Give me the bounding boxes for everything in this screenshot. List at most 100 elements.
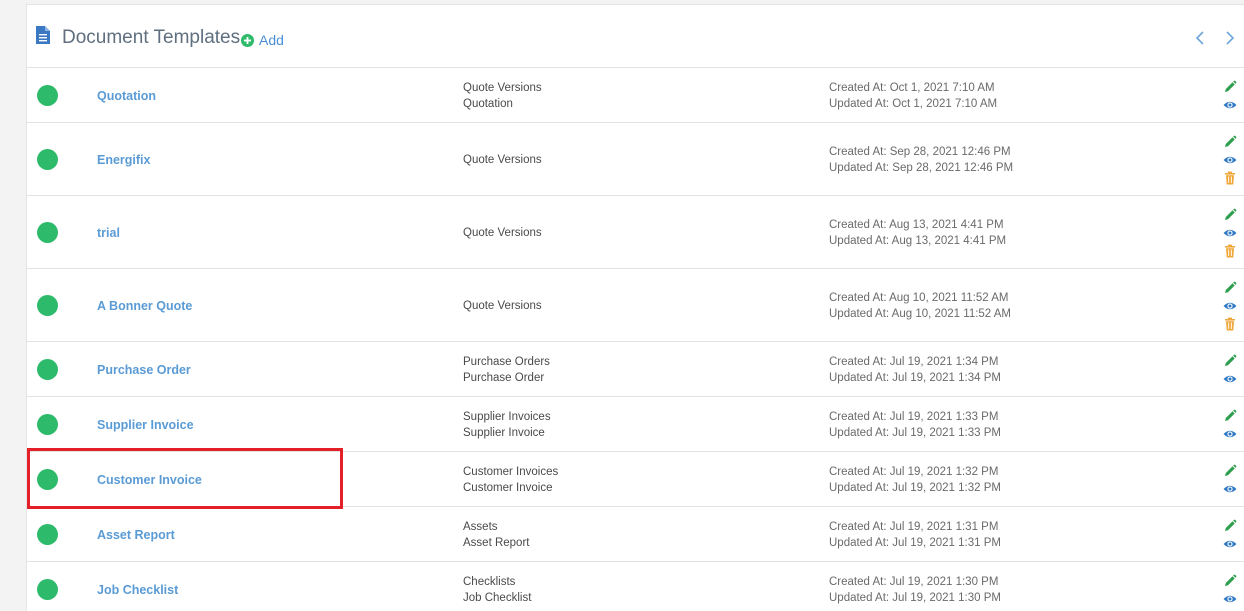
edit-icon[interactable] <box>1223 281 1237 295</box>
dates-cell: Created At: Jul 19, 2021 1:33 PM Updated … <box>829 409 1001 441</box>
dates-cell: Created At: Sep 28, 2021 12:46 PM Updated… <box>829 144 1013 176</box>
template-name-link[interactable]: Supplier Invoice <box>97 417 194 433</box>
template-name-link[interactable]: Purchase Order <box>97 362 191 378</box>
delete-icon[interactable] <box>1223 171 1237 185</box>
template-name-link[interactable]: A Bonner Quote <box>97 298 192 314</box>
view-icon[interactable] <box>1223 482 1237 496</box>
edit-icon[interactable] <box>1223 464 1237 478</box>
document-templates-panel: Document Templates Add Quotation Quote Ve… <box>26 4 1244 611</box>
template-name-link[interactable]: Customer Invoice <box>97 472 202 488</box>
row-actions <box>1223 519 1237 551</box>
category-label: Quote Versions <box>463 299 542 312</box>
view-icon[interactable] <box>1223 153 1237 167</box>
status-dot <box>37 148 58 170</box>
chevron-left-icon[interactable] <box>1193 30 1207 46</box>
subcategory-label: Supplier Invoice <box>463 426 545 439</box>
edit-icon[interactable] <box>1223 208 1237 222</box>
edit-icon[interactable] <box>1223 574 1237 588</box>
status-dot <box>37 523 58 545</box>
category-label: Quote Versions <box>463 226 542 239</box>
table-row: Job Checklist Checklists Job Checklist Crea… <box>27 562 1244 611</box>
templates-list: Quotation Quote Versions Quotation Created … <box>27 68 1244 611</box>
delete-icon[interactable] <box>1223 317 1237 331</box>
category-label: Customer Invoices <box>463 465 559 478</box>
view-icon[interactable] <box>1223 299 1237 313</box>
category-label: Supplier Invoices <box>463 410 551 423</box>
updated-at: Updated At: Oct 1, 2021 7:10 AM <box>829 97 998 110</box>
category-cell: Supplier Invoices Supplier Invoice <box>463 409 551 441</box>
created-at: Created At: Aug 10, 2021 11:52 AM <box>829 291 1009 304</box>
dates-cell: Created At: Aug 10, 2021 11:52 AM Updated… <box>829 290 1011 322</box>
updated-at: Updated At: Aug 13, 2021 4:41 PM <box>829 234 1007 247</box>
edit-icon[interactable] <box>1223 354 1237 368</box>
row-actions <box>1223 464 1237 496</box>
view-icon[interactable] <box>1223 427 1237 441</box>
table-row: Asset Report Assets Asset Report Created At… <box>27 507 1244 562</box>
status-dot <box>37 221 58 243</box>
add-label: Add <box>259 32 284 48</box>
created-at: Created At: Sep 28, 2021 12:46 PM <box>829 145 1011 158</box>
dates-cell: Created At: Jul 19, 2021 1:31 PM Updated … <box>829 519 1001 551</box>
created-at: Created At: Jul 19, 2021 1:31 PM <box>829 520 999 533</box>
dates-cell: Created At: Aug 13, 2021 4:41 PM Updated … <box>829 217 1006 249</box>
row-actions <box>1223 354 1237 386</box>
row-actions <box>1223 208 1237 258</box>
edit-icon[interactable] <box>1223 409 1237 423</box>
view-icon[interactable] <box>1223 592 1237 606</box>
edit-icon[interactable] <box>1223 80 1237 94</box>
category-cell: Quote Versions <box>463 225 542 241</box>
created-at: Created At: Oct 1, 2021 7:10 AM <box>829 81 995 94</box>
template-name-link[interactable]: trial <box>97 225 120 241</box>
template-name-link[interactable]: Energifix <box>97 152 151 168</box>
subcategory-label: Quotation <box>463 97 513 110</box>
row-actions <box>1223 409 1237 441</box>
category-label: Quote Versions <box>463 81 542 94</box>
category-label: Assets <box>463 520 498 533</box>
category-cell: Assets Asset Report <box>463 519 529 551</box>
updated-at: Updated At: Sep 28, 2021 12:46 PM <box>829 161 1014 174</box>
table-row: Quotation Quote Versions Quotation Created … <box>27 68 1244 123</box>
view-icon[interactable] <box>1223 226 1237 240</box>
updated-at: Updated At: Jul 19, 2021 1:34 PM <box>829 371 1001 384</box>
edit-icon[interactable] <box>1223 519 1237 533</box>
created-at: Created At: Jul 19, 2021 1:30 PM <box>829 575 999 588</box>
category-label: Purchase Orders <box>463 355 550 368</box>
view-icon[interactable] <box>1223 372 1237 386</box>
row-actions <box>1223 281 1237 331</box>
table-row: Supplier Invoice Supplier Invoices Supplie… <box>27 397 1244 452</box>
dates-cell: Created At: Oct 1, 2021 7:10 AM Updated A… <box>829 80 997 112</box>
page-title: Document Templates <box>62 27 241 48</box>
status-dot <box>37 413 58 435</box>
template-name-link[interactable]: Quotation <box>97 88 156 104</box>
created-at: Created At: Jul 19, 2021 1:34 PM <box>829 355 999 368</box>
category-cell: Quote Versions Quotation <box>463 80 542 112</box>
edit-icon[interactable] <box>1223 135 1237 149</box>
category-cell: Checklists Job Checklist <box>463 574 531 606</box>
category-cell: Quote Versions <box>463 152 542 168</box>
view-icon[interactable] <box>1223 537 1237 551</box>
status-dot <box>37 294 58 316</box>
template-name-link[interactable]: Asset Report <box>97 527 175 543</box>
chevron-right-icon[interactable] <box>1223 30 1237 46</box>
view-icon[interactable] <box>1223 98 1237 112</box>
updated-at: Updated At: Aug 10, 2021 11:52 AM <box>829 307 1012 320</box>
updated-at: Updated At: Jul 19, 2021 1:33 PM <box>829 426 1001 439</box>
updated-at: Updated At: Jul 19, 2021 1:31 PM <box>829 536 1001 549</box>
subcategory-label: Customer Invoice <box>463 481 553 494</box>
dates-cell: Created At: Jul 19, 2021 1:32 PM Updated … <box>829 464 1001 496</box>
created-at: Created At: Jul 19, 2021 1:33 PM <box>829 410 999 423</box>
updated-at: Updated At: Jul 19, 2021 1:32 PM <box>829 481 1001 494</box>
table-row: Customer Invoice Customer Invoices Custome… <box>27 452 1244 507</box>
created-at: Created At: Aug 13, 2021 4:41 PM <box>829 218 1004 231</box>
subcategory-label: Job Checklist <box>463 591 532 604</box>
delete-icon[interactable] <box>1223 244 1237 258</box>
created-at: Created At: Jul 19, 2021 1:32 PM <box>829 465 999 478</box>
status-dot <box>37 468 58 490</box>
document-icon <box>36 26 50 44</box>
template-name-link[interactable]: Job Checklist <box>97 582 178 598</box>
panel-header: Document Templates Add <box>27 5 1244 68</box>
add-template-button[interactable]: Add <box>241 31 284 49</box>
dates-cell: Created At: Jul 19, 2021 1:30 PM Updated … <box>829 574 1001 606</box>
updated-at: Updated At: Jul 19, 2021 1:30 PM <box>829 591 1001 604</box>
table-row: trial Quote Versions Created At: Aug 13, 2… <box>27 196 1244 269</box>
